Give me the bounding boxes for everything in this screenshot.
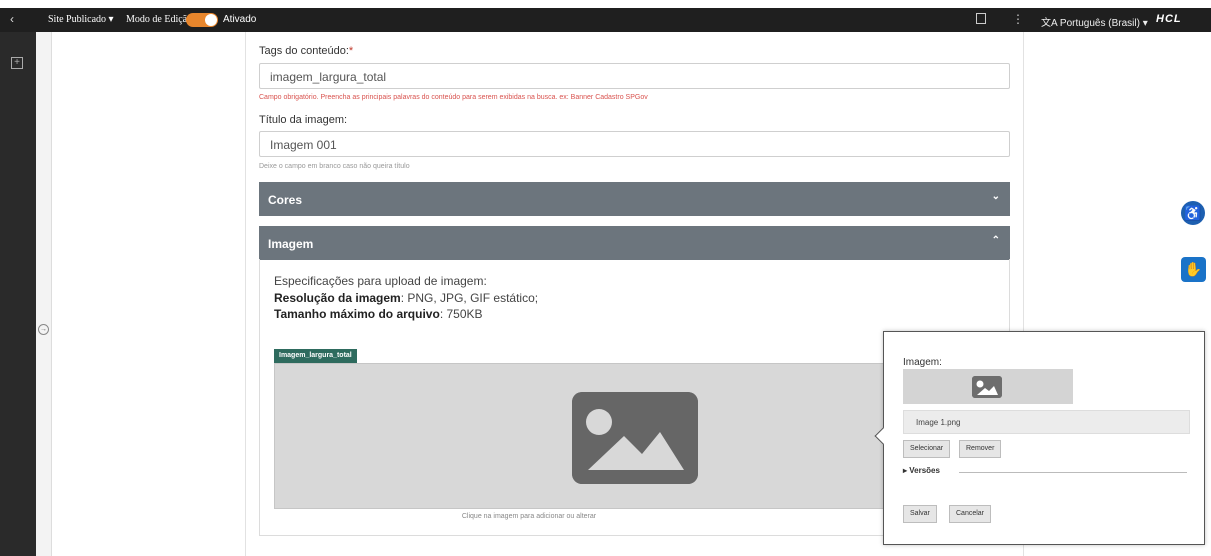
image-thumbnail-icon xyxy=(972,376,1002,398)
filename-field: Image 1.png xyxy=(903,410,1190,434)
versions-divider xyxy=(959,472,1187,473)
content-border-left xyxy=(245,32,246,556)
versions-toggle[interactable]: ▸ Versões xyxy=(903,466,940,475)
hcl-logo: HCL xyxy=(1156,13,1182,25)
dropzone-caption: Clique na imagem para adicionar ou alter… xyxy=(461,513,597,520)
sign-language-icon[interactable]: ✋ xyxy=(1181,257,1206,282)
image-title-input[interactable]: Imagem 001 xyxy=(259,131,1010,157)
cancel-button[interactable]: Cancelar xyxy=(949,505,992,523)
expand-panel-icon[interactable]: → xyxy=(38,324,49,335)
chevron-up-icon: ⌃ xyxy=(991,235,1000,246)
left-strip: → xyxy=(36,32,52,556)
accordion-imagem-label: Imagem xyxy=(268,237,314,251)
image-thumbnail xyxy=(903,369,1073,404)
back-icon[interactable]: ‹ xyxy=(10,12,14,26)
upload-spec-resolution: Resolução da imagem: PNG, JPG, GIF estát… xyxy=(274,291,539,305)
image-dropzone[interactable] xyxy=(274,363,914,509)
image-component-tag: Imagem_largura_total xyxy=(274,349,357,363)
accordion-cores-label: Cores xyxy=(268,193,303,207)
tags-input[interactable]: imagem_largura_total xyxy=(259,63,1010,89)
image-title-hint: Deixe o campo em branco caso não queira … xyxy=(259,163,410,170)
tags-error-text: Campo obrigatório. Preencha as principai… xyxy=(259,94,648,101)
top-toolbar: ‹ Site Publicado ▾ Modo de Edição: Ativa… xyxy=(0,8,1211,32)
language-selector[interactable]: 文A Português (Brasil) ▾ xyxy=(1041,14,1148,29)
save-button[interactable]: Salvar xyxy=(903,505,937,523)
image-placeholder-icon xyxy=(572,392,698,484)
left-sidebar: + xyxy=(0,32,36,556)
remove-button[interactable]: Remover xyxy=(959,440,1002,458)
upload-spec-intro: Especificações para upload de imagem: xyxy=(274,274,487,288)
image-title-label: Título da imagem: xyxy=(259,114,348,126)
popover-image-label: Imagem: xyxy=(903,357,942,368)
site-status-dropdown[interactable]: Site Publicado ▾ xyxy=(48,14,114,25)
tags-label: Tags do conteúdo:* xyxy=(259,45,354,57)
preview-icon[interactable] xyxy=(976,13,986,24)
chevron-down-icon: ⌄ xyxy=(991,191,1000,202)
add-panel-icon[interactable]: + xyxy=(11,57,23,69)
upload-spec-size: Tamanho máximo do arquivo: 750KB xyxy=(274,307,483,321)
image-picker-popover: Imagem: Image 1.png Selecionar Remover ▸… xyxy=(874,331,1205,545)
accordion-cores[interactable]: Cores ⌄ xyxy=(259,182,1010,216)
accessibility-icon[interactable]: ♿ xyxy=(1181,201,1205,225)
more-options-icon[interactable]: ⋮ xyxy=(1012,12,1024,26)
edit-mode-state: Ativado xyxy=(223,14,257,25)
edit-mode-toggle[interactable] xyxy=(186,13,218,27)
accordion-imagem[interactable]: Imagem ⌃ xyxy=(259,226,1010,260)
edit-mode-label: Modo de Edição: xyxy=(126,14,195,25)
select-button[interactable]: Selecionar xyxy=(903,440,951,458)
